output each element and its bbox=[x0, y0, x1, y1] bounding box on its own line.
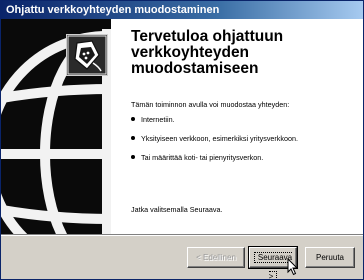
bullet-icon bbox=[131, 117, 135, 121]
wizard-window: Ohjattu verkkoyhteyden muodostaminen Ter… bbox=[0, 0, 364, 280]
option-list: Internetiin. Yksityiseen verkkoon, esime… bbox=[131, 115, 298, 172]
bullet-icon bbox=[131, 136, 135, 140]
bullet-icon bbox=[131, 155, 135, 159]
mouse-pointer-icon bbox=[287, 258, 299, 276]
list-item: Internetiin. bbox=[131, 115, 298, 125]
list-item-label: Internetiin. bbox=[141, 115, 175, 124]
wizard-side-panel bbox=[1, 19, 111, 234]
title-bar[interactable]: Ohjattu verkkoyhteyden muodostaminen bbox=[1, 1, 363, 19]
network-connection-icon bbox=[66, 34, 108, 76]
list-item-label: Yksityiseen verkkoon, esimerkiksi yritys… bbox=[141, 134, 298, 143]
button-separator bbox=[1, 234, 363, 236]
page-title: Tervetuloa ohjattuun verkkoyhteyden muod… bbox=[131, 28, 284, 77]
window-title: Ohjattu verkkoyhteyden muodostaminen bbox=[6, 4, 220, 16]
list-item: Yksityiseen verkkoon, esimerkiksi yritys… bbox=[131, 134, 298, 144]
intro-text: Tämän toiminnon avulla voi muodostaa yht… bbox=[131, 100, 290, 109]
back-button[interactable]: < Edellinen bbox=[187, 247, 245, 268]
wizard-content: Tervetuloa ohjattuun verkkoyhteyden muod… bbox=[111, 19, 363, 234]
instruction-text: Jatka valitsemalla Seuraava. bbox=[131, 205, 223, 214]
cancel-button[interactable]: Peruuta bbox=[305, 247, 355, 268]
list-item-label: Tai määrittää koti- tai pienyritysverkon… bbox=[141, 153, 264, 162]
list-item: Tai määrittää koti- tai pienyritysverkon… bbox=[131, 153, 298, 163]
